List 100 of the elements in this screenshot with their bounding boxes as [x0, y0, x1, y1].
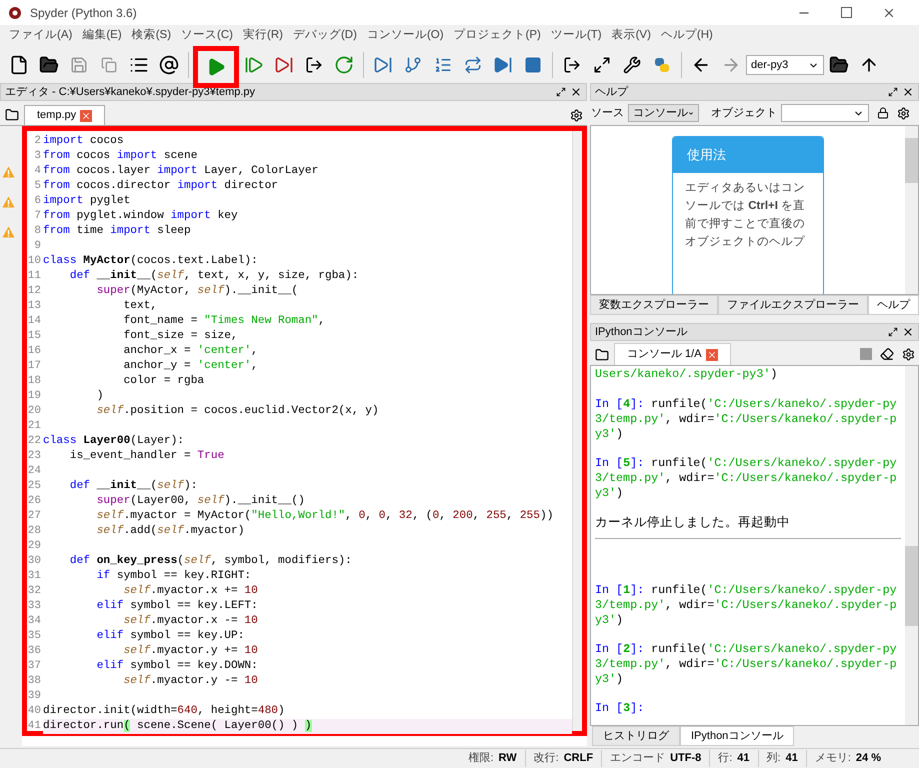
code-line: director.init(width=640, height=480): [43, 705, 285, 717]
line-number: 39: [27, 689, 41, 704]
code-line: ): [96, 390, 104, 402]
settings-icon[interactable]: [897, 106, 910, 120]
menu-item[interactable]: コンソール(O): [362, 27, 449, 45]
line-number: 22: [27, 434, 41, 449]
code-line: self.myactor.y -= 10: [122, 675, 258, 687]
menu-item[interactable]: ツール(T): [546, 27, 607, 45]
status-value: 41: [786, 751, 798, 766]
console-command-text: In [4]: runfile('C:/Users/kaneko/.spyder-py3/temp.py', wdir='C:/Users/kaneko/.spyder-py3'): [595, 397, 898, 442]
line-number: 33: [27, 599, 41, 614]
object-field[interactable]: [781, 104, 869, 122]
code-line: if symbol == key.RIGHT:: [96, 570, 252, 582]
warning-icon: [2, 226, 14, 238]
code-line: elif symbol == key.UP:: [96, 630, 244, 642]
menu-item[interactable]: 編集(E): [77, 27, 127, 45]
panel-tab[interactable]: ヘルプ: [868, 295, 919, 315]
card-title: 使用法: [673, 137, 823, 173]
menu-item[interactable]: デバッグ(D): [288, 27, 362, 45]
folder-icon[interactable]: [5, 108, 19, 122]
code-line: anchor_y = 'center',: [122, 360, 258, 372]
panel-tab[interactable]: ヒストリログ: [592, 726, 680, 746]
settings-icon[interactable]: [902, 348, 915, 361]
close-tab-icon[interactable]: [706, 348, 718, 360]
code-line: director.run( scene.Scene( Layer00() ) ): [43, 720, 312, 732]
lock-icon[interactable]: [877, 107, 889, 119]
console-command-text: In [5]: runfile('C:/Users/kaneko/.spyder-py3/temp.py', wdir='C:/Users/kaneko/.spyder-py3'): [595, 456, 898, 501]
pane-title: IPythonコンソール: [595, 324, 688, 340]
close-tab-icon[interactable]: [80, 110, 92, 122]
code-line: class Layer00(Layer):: [43, 435, 184, 447]
code-line: is_event_handler = True: [68, 450, 224, 462]
pane-title: ヘルプ: [595, 84, 630, 100]
line-number: 29: [27, 539, 41, 554]
line-number: 4: [33, 164, 41, 179]
undock-icon[interactable]: [888, 327, 898, 337]
code-line: anchor_x = 'center',: [122, 345, 258, 357]
warning-icon: [2, 166, 14, 178]
settings-icon[interactable]: [570, 109, 583, 122]
menu-item[interactable]: ファイル(A): [4, 27, 78, 45]
code-line: from pyglet.window import key: [43, 210, 238, 222]
folder-icon[interactable]: [595, 348, 609, 362]
status-value: RW: [498, 751, 517, 766]
line-number: 37: [27, 659, 41, 674]
menu-item[interactable]: プロジェクト(P): [448, 27, 546, 45]
status-label: 列:: [766, 751, 781, 766]
code-line: self.myactor = MyActor("Hello,World!", 0, 0, 32, (0, 200, 255, 255)): [96, 510, 554, 522]
undock-icon[interactable]: [888, 87, 898, 97]
object-label: オブジェクト: [711, 106, 777, 121]
maximize-icon[interactable]: [841, 7, 852, 18]
line-number: 24: [27, 464, 41, 479]
code-line: font_size = size,: [122, 330, 238, 342]
line-number: 27: [27, 509, 41, 524]
code-line: def __init__(self):: [68, 480, 198, 492]
line-number: 36: [27, 644, 41, 659]
line-number: 28: [27, 524, 41, 539]
console-command-text: In [1]: runfile('C:/Users/kaneko/.spyder-py3/temp.py', wdir='C:/Users/kaneko/.spyder-py3'): [595, 583, 898, 628]
code-line: text,: [122, 300, 158, 312]
line-number: 5: [33, 179, 41, 194]
line-number: 3: [33, 149, 41, 164]
menu-item[interactable]: 検索(S): [126, 27, 176, 45]
code-line: color = rgba: [122, 375, 204, 387]
panel-tab[interactable]: 変数エクスプローラー: [590, 295, 718, 315]
eraser-icon[interactable]: [880, 347, 894, 361]
directory-dropdown[interactable]: der-py3: [746, 55, 824, 75]
line-number: 25: [27, 479, 41, 494]
console-output-text: Users/kaneko/.spyder-py3'): [595, 367, 778, 382]
line-number: 11: [27, 269, 41, 284]
code-line: self.add(self.myactor): [96, 525, 244, 537]
status-value: 41: [737, 751, 750, 766]
line-number: 14: [27, 314, 41, 329]
line-number: 7: [33, 209, 41, 224]
code-line: def on_key_press(self, symbol, modifiers):: [68, 555, 352, 567]
code-line: class MyActor(cocos.text.Label):: [43, 255, 258, 267]
menu-item[interactable]: ヘルプ(H): [656, 27, 718, 45]
status-value: CRLF: [564, 751, 594, 766]
close-icon[interactable]: [570, 86, 582, 98]
status-label: エンコード: [610, 751, 666, 766]
code-line: elif symbol == key.DOWN:: [96, 660, 258, 672]
code-line: from cocos import scene: [43, 150, 198, 162]
console-tab[interactable]: コンソール 1/A: [614, 343, 731, 365]
code-line: import pyglet: [43, 195, 130, 207]
line-number: 31: [27, 569, 41, 584]
status-value: 24 %: [856, 751, 881, 766]
close-icon[interactable]: [902, 326, 914, 338]
line-number: 18: [27, 374, 41, 389]
source-dropdown[interactable]: コンソール: [628, 104, 699, 122]
line-number: 8: [33, 224, 41, 239]
file-tab[interactable]: temp.py: [24, 105, 106, 125]
line-number: 38: [27, 674, 41, 689]
undock-icon[interactable]: [556, 87, 566, 97]
line-number: 23: [27, 449, 41, 464]
line-number: 40: [27, 704, 41, 719]
menu-item[interactable]: ソース(C): [176, 27, 238, 45]
source-label: ソース: [591, 106, 624, 121]
panel-tab[interactable]: ファイルエクスプローラー: [718, 295, 868, 315]
close-icon[interactable]: [902, 86, 914, 98]
code-line: from time import sleep: [43, 225, 191, 237]
menu-item[interactable]: 実行(R): [238, 27, 288, 45]
menu-item[interactable]: 表示(V): [606, 27, 656, 45]
panel-tab[interactable]: IPythonコンソール: [680, 726, 794, 746]
